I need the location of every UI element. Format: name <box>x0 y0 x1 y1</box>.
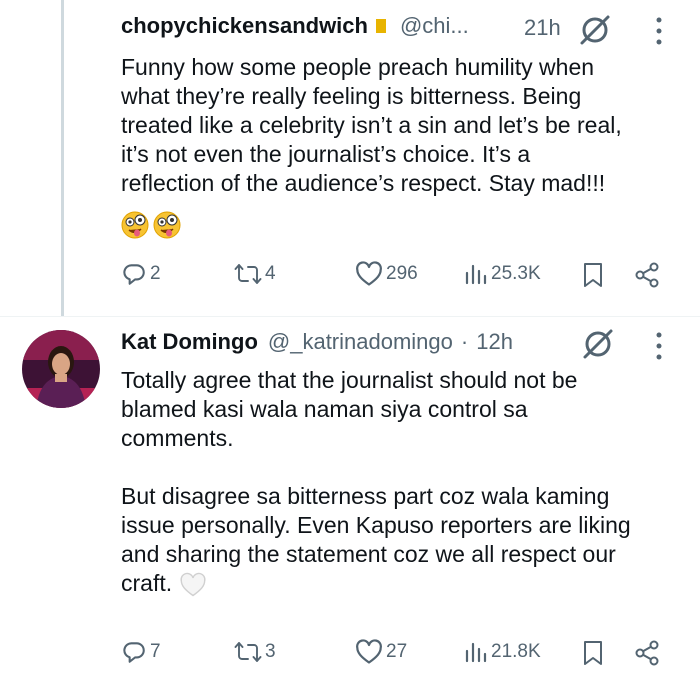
post-time[interactable]: 21h <box>524 15 561 41</box>
reply-count: 2 <box>150 263 161 284</box>
view-count: 21.8K <box>491 641 541 662</box>
view-count: 25.3K <box>491 263 541 284</box>
views-icon <box>465 264 487 285</box>
grok-icon[interactable] <box>581 327 615 361</box>
repost-button[interactable]: 4 <box>234 261 276 287</box>
repost-icon <box>234 642 262 662</box>
author-name[interactable]: Kat Domingo <box>121 329 258 355</box>
avatar-image <box>22 330 100 408</box>
repost-count: 4 <box>265 263 276 284</box>
white-heart-icon <box>179 572 206 597</box>
tweet-2-header: Kat Domingo @_katrinadomingo · 12h <box>121 329 513 355</box>
grok-icon[interactable] <box>578 13 612 47</box>
tweet-1-text: Funny how some people preach humility wh… <box>121 54 622 196</box>
like-icon <box>356 261 382 286</box>
tweet-2-text-body: Totally agree that the journalist should… <box>121 367 631 596</box>
author-name-cut[interactable]: chopychickensandwich <box>121 13 368 39</box>
like-icon <box>356 639 382 664</box>
share-icon[interactable] <box>633 639 661 667</box>
tweet-1-actions: 2 4 296 25.3K <box>121 261 661 291</box>
tweet-1[interactable]: chopychickensandwich @chi... 21h Funny h… <box>0 0 700 316</box>
repost-icon <box>234 264 262 284</box>
post-time[interactable]: 12h <box>476 329 513 355</box>
share-icon[interactable] <box>633 261 661 289</box>
repost-button[interactable]: 3 <box>234 639 276 665</box>
like-button[interactable]: 296 <box>355 261 418 287</box>
zany-face-icon <box>121 211 149 239</box>
like-count: 27 <box>386 641 408 662</box>
like-button[interactable]: 27 <box>355 639 407 665</box>
reply-button[interactable]: 7 <box>121 639 161 665</box>
more-icon[interactable] <box>654 331 664 361</box>
views-button[interactable]: 21.8K <box>464 639 541 665</box>
tweet-2-text: Totally agree that the journalist should… <box>121 366 681 598</box>
repost-count: 3 <box>265 641 276 662</box>
tweet-1-emojis <box>121 211 181 239</box>
tweet-1-header: chopychickensandwich @chi... <box>121 0 521 40</box>
tweet-2-actions: 7 3 27 21.8K <box>121 639 661 669</box>
bookmark-icon[interactable] <box>581 639 605 667</box>
views-icon <box>465 642 487 663</box>
zany-face-icon <box>153 211 181 239</box>
bookmark-icon[interactable] <box>581 261 605 289</box>
separator-dot: · <box>460 329 469 354</box>
reply-icon <box>123 264 145 285</box>
avatar[interactable] <box>22 330 100 408</box>
reply-button[interactable]: 2 <box>121 261 161 287</box>
more-icon[interactable] <box>654 16 664 46</box>
reply-icon <box>123 642 145 663</box>
views-button[interactable]: 25.3K <box>464 261 541 287</box>
author-handle[interactable]: @_katrinadomingo <box>268 329 453 355</box>
reply-count: 7 <box>150 641 161 662</box>
like-count: 296 <box>386 263 418 284</box>
verified-badge-icon <box>375 19 386 33</box>
author-handle-cut[interactable]: @chi... <box>400 13 469 39</box>
